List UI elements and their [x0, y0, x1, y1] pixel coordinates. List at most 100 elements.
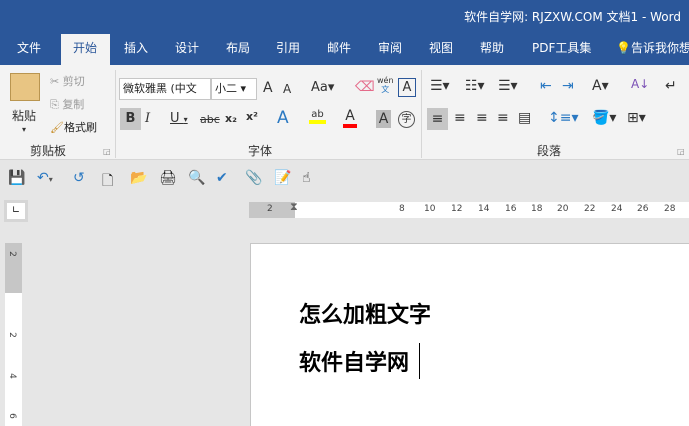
- tab-view[interactable]: 视图: [429, 34, 453, 65]
- bullets-icon[interactable]: ☰▾: [430, 78, 450, 94]
- borders-icon[interactable]: ⊞▾: [627, 110, 646, 126]
- tab-home[interactable]: 开始: [61, 34, 110, 65]
- tab-insert[interactable]: 插入: [124, 34, 148, 65]
- ruler-tick: 26: [637, 204, 649, 214]
- group-label-paragraph: 段落: [537, 144, 562, 158]
- font-name-value: 微软雅黑 (中文: [123, 82, 197, 95]
- format-painter-button[interactable]: 🖌格式刷: [50, 119, 97, 135]
- ruler-tick: 16: [505, 204, 517, 214]
- font-size-combo[interactable]: 小二 ▾: [211, 78, 257, 100]
- print-preview-icon[interactable]: 🔍: [188, 170, 205, 186]
- undo-icon[interactable]: ↶▾: [37, 170, 53, 186]
- decrease-indent-icon[interactable]: ⇤: [540, 78, 552, 94]
- tab-help[interactable]: 帮助: [480, 34, 504, 65]
- tab-references[interactable]: 引用: [276, 34, 300, 65]
- shading-icon[interactable]: 🪣▾: [592, 110, 616, 126]
- tab-review[interactable]: 审阅: [378, 34, 402, 65]
- paste-button[interactable]: 粘贴: [12, 107, 36, 124]
- document-line-1[interactable]: 怎么加粗文字: [299, 297, 431, 329]
- save-icon[interactable]: 💾: [8, 170, 25, 186]
- bold-button[interactable]: B: [120, 108, 141, 130]
- vertical-ruler[interactable]: 2 2 4 6: [5, 243, 22, 426]
- ruler-tick: 6: [6, 413, 17, 419]
- attach-icon[interactable]: 📎: [245, 170, 262, 186]
- ruler-tick: 2: [267, 204, 273, 214]
- group-label-font: 字体: [248, 144, 273, 158]
- align-left-button[interactable]: ≡: [427, 108, 448, 130]
- enclose-characters-button[interactable]: 字: [398, 111, 415, 128]
- ruler-tick: 18: [531, 204, 543, 214]
- redo-icon[interactable]: ↺: [73, 170, 85, 186]
- window-title: 软件自学网: RJZXW.COM 文档1 - Word: [464, 10, 681, 24]
- tab-selector[interactable]: ∟: [4, 200, 28, 222]
- align-center-button[interactable]: ≡: [454, 110, 466, 126]
- shrink-font-button[interactable]: A: [283, 82, 291, 96]
- numbering-icon[interactable]: ☷▾: [465, 78, 485, 94]
- copy-button[interactable]: ⎘ 复制: [50, 96, 84, 112]
- group-label-clipboard: 剪贴板: [30, 144, 67, 158]
- superscript-button[interactable]: x²: [246, 110, 258, 123]
- multilevel-list-icon[interactable]: ☰▾: [498, 78, 518, 94]
- paragraph-launcher-icon[interactable]: ◲: [677, 147, 685, 156]
- align-right-button[interactable]: ≡: [476, 110, 488, 126]
- tab-layout[interactable]: 布局: [226, 34, 250, 65]
- ribbon: 粘贴 ▾ ✂ 剪切 ⎘ 复制 🖌格式刷 剪贴板 ◲ 微软雅黑 (中文 小二 ▾ …: [0, 65, 689, 160]
- ruler-tick: 14: [478, 204, 490, 214]
- print-icon[interactable]: 🖨: [159, 170, 177, 186]
- open-folder-icon[interactable]: 📂: [130, 170, 147, 186]
- document-page[interactable]: 怎么加粗文字 软件自学网: [250, 243, 689, 426]
- clear-formatting-icon[interactable]: ⌫: [355, 79, 375, 95]
- show-marks-icon[interactable]: ↵: [665, 78, 677, 94]
- text-effects-button[interactable]: A: [277, 108, 289, 128]
- font-name-combo[interactable]: 微软雅黑 (中文: [119, 78, 211, 100]
- chinese-layout-icon[interactable]: A▾: [592, 78, 609, 94]
- paste-dropdown-icon[interactable]: ▾: [22, 125, 26, 134]
- underline-button[interactable]: U ▾: [170, 111, 188, 126]
- ruler-tick: 20: [557, 204, 569, 214]
- underline-label: U: [170, 111, 180, 126]
- tab-design[interactable]: 设计: [175, 34, 199, 65]
- tab-pdf-tools[interactable]: PDF工具集: [532, 34, 591, 65]
- increase-indent-icon[interactable]: ⇥: [562, 78, 574, 94]
- horizontal-ruler[interactable]: ⧗ 2 8 10 12 14 16 18 20 22 24 26 28: [249, 200, 689, 218]
- ruler-tick: 28: [664, 204, 676, 214]
- indent-marker[interactable]: ⧗: [290, 200, 298, 214]
- character-shading-button[interactable]: A: [376, 110, 391, 128]
- change-case-button[interactable]: Aa▾: [311, 80, 334, 95]
- highlight-button[interactable]: ab: [309, 109, 326, 124]
- ruler-tick: 24: [611, 204, 623, 214]
- character-border-button[interactable]: A: [398, 78, 416, 97]
- tab-mailings[interactable]: 邮件: [327, 34, 351, 65]
- line-spacing-icon[interactable]: ↕≡▾: [548, 110, 579, 126]
- ruler-tick: 4: [6, 373, 17, 379]
- tab-file[interactable]: 文件: [17, 34, 41, 65]
- clipboard-launcher-icon[interactable]: ◲: [103, 147, 111, 156]
- cut-label: 剪切: [62, 75, 85, 88]
- new-document-icon[interactable]: 🗋: [102, 170, 113, 194]
- font-color-button[interactable]: A: [343, 108, 357, 128]
- copy-icon: ⎘: [50, 98, 59, 111]
- cut-button[interactable]: ✂ 剪切: [50, 73, 85, 89]
- justify-button[interactable]: ≡: [497, 110, 509, 126]
- change-case-label: Aa: [311, 80, 328, 95]
- document-line-2[interactable]: 软件自学网: [299, 345, 409, 377]
- ruler-tick: 8: [399, 204, 405, 214]
- ribbon-tabs: 文件 开始 插入 设计 布局 引用 邮件 审阅 视图 帮助 PDF工具集 💡告诉…: [0, 34, 689, 65]
- lightbulb-icon: 💡: [616, 41, 631, 55]
- ruler-tick: 12: [451, 204, 463, 214]
- edit-form-icon[interactable]: 📝: [274, 170, 291, 186]
- italic-button[interactable]: I: [145, 111, 150, 126]
- tell-me-search[interactable]: 💡告诉我你想: [616, 34, 689, 65]
- quick-access-toolbar: 💾 ↶▾ ↺ 🗋 📂 🖨 🔍 ✔ 📎 📝 ☝: [0, 160, 689, 198]
- phonetic-guide-button[interactable]: wén 文: [377, 76, 394, 94]
- touch-mode-icon[interactable]: ☝: [302, 170, 311, 186]
- spelling-check-icon[interactable]: ✔: [216, 170, 228, 186]
- strikethrough-button[interactable]: abc: [200, 113, 220, 126]
- copy-label: 复制: [62, 98, 85, 111]
- clipboard-icon: [10, 73, 40, 101]
- grow-font-button[interactable]: A: [263, 80, 273, 96]
- distributed-button[interactable]: ▤: [518, 110, 531, 126]
- title-bar: 软件自学网: RJZXW.COM 文档1 - Word: [0, 0, 689, 34]
- subscript-button[interactable]: x₂: [225, 112, 237, 125]
- sort-icon[interactable]: A↓: [631, 77, 649, 91]
